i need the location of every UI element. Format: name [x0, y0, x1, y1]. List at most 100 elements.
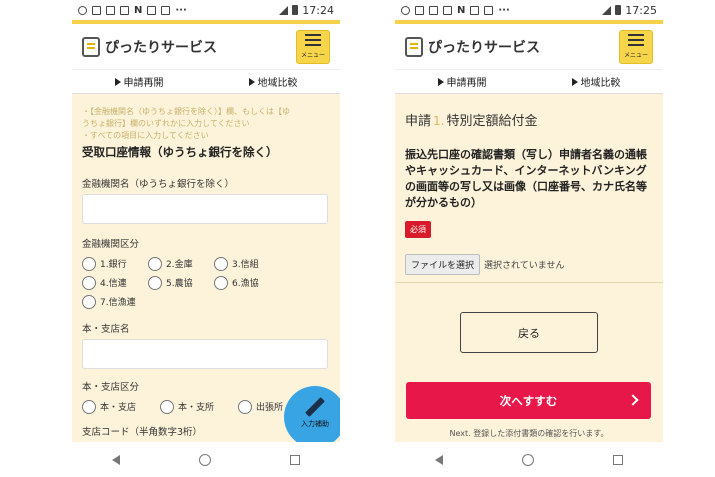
home-icon[interactable] [521, 453, 534, 466]
input-assist-button[interactable]: 入力補助 [284, 386, 340, 442]
title-text: 特別定額給付金 [446, 114, 538, 129]
cloud-icon [401, 5, 410, 15]
attachment-form: 申請 1. 特別定額給付金 振込先口座の確認書類（写し）申請者名義の通帳やキャッ… [395, 94, 663, 442]
app-icon [147, 5, 157, 15]
status-bar: N ··· 17:24 [72, 0, 340, 20]
required-badge: 必須 [405, 221, 431, 238]
next-button-label: 次へすすむ [499, 393, 558, 408]
branch-name-label: 本・支店名 [82, 324, 130, 335]
next-note: Next. 登録した添付書類の確認を行います。 [449, 429, 609, 438]
title-prefix: 申請 [405, 114, 432, 129]
form-notes: ・【金融機関名（ゆうちょ銀行を除く）】欄、もしくは【ゆ うちょ銀行】欄のいずれか… [72, 94, 340, 142]
n-app-icon: N [134, 4, 143, 16]
pencil-icon [305, 397, 325, 417]
bank-type-radio[interactable]: 2.金庫 [148, 254, 214, 273]
file-status: 選択されていません [484, 261, 565, 271]
region-compare-link[interactable]: 地域比較 [571, 74, 621, 89]
n-app-icon: N [457, 4, 466, 16]
bank-type-radio[interactable]: 4.信連 [82, 273, 148, 292]
region-compare-link[interactable]: 地域比較 [248, 74, 298, 89]
file-upload-row: ファイルを選択 選択されていません [395, 238, 663, 275]
bank-name-label: 金融機関名（ゆうちょ銀行を除く） [82, 179, 235, 190]
logo-text: ぴったりサービス [428, 39, 540, 56]
menu-button[interactable]: メニュー [296, 29, 330, 64]
bank-type-radio[interactable]: 6.漁協 [214, 273, 280, 292]
logo[interactable]: ぴったりサービス [405, 36, 540, 57]
subnav-label: 申請再開 [446, 78, 487, 89]
radio-label: 4.信連 [100, 279, 127, 289]
section-title: 受取口座情報（ゆうちょ銀行を除く） [82, 145, 278, 159]
triangle-right-icon [437, 77, 444, 86]
chevron-right-icon [627, 394, 639, 406]
bank-type-radio[interactable]: 1.銀行 [82, 254, 148, 273]
back-button[interactable]: 戻る [460, 312, 598, 353]
battery-icon [292, 5, 299, 15]
status-bar: N ··· 17:25 [395, 0, 663, 20]
bank-name-input[interactable] [82, 194, 328, 224]
hamburger-icon [305, 44, 321, 46]
radio-circle-icon [82, 294, 96, 309]
calendar-icon [161, 5, 171, 15]
hamburger-icon [628, 44, 644, 46]
radio-label: 本・支店 [100, 403, 137, 413]
branch-type-radio[interactable]: 本・支所 [160, 397, 238, 416]
clock: 17:24 [302, 3, 334, 17]
bank-form: ・【金融機関名（ゆうちょ銀行を除く）】欄、もしくは【ゆ うちょ銀行】欄のいずれか… [72, 94, 340, 442]
note-line: ・すべての項目に入力してください [82, 131, 209, 140]
radio-circle-icon [148, 256, 162, 271]
home-icon[interactable] [198, 453, 211, 466]
note-line: うちょ銀行】欄のいずれかに入力してください [82, 119, 250, 128]
radio-label: 本・支所 [178, 403, 215, 413]
note-line: ・【金融機関名（ゆうちょ銀行を除く）】欄、もしくは【ゆ [82, 107, 290, 116]
radio-label: 2.金庫 [166, 260, 193, 270]
divider [395, 282, 663, 283]
choose-file-button[interactable]: ファイルを選択 [405, 254, 481, 275]
branch-type-radio[interactable]: 本・支店 [82, 397, 160, 416]
radio-label: 出張所 [256, 403, 284, 413]
bank-type-radio[interactable]: 3.信組 [214, 254, 280, 273]
bank-type-label: 金融機関区分 [82, 239, 140, 250]
android-nav-bar [72, 442, 340, 477]
more-icon: ··· [175, 4, 187, 16]
calendar-icon [92, 5, 101, 15]
battery-icon [615, 5, 622, 15]
triangle-right-icon [571, 77, 578, 86]
triangle-right-icon [248, 77, 255, 86]
application-title: 申請 1. 特別定額給付金 [395, 94, 663, 139]
bank-type-radio[interactable]: 7.信漁連 [82, 292, 148, 311]
recent-apps-icon[interactable] [613, 454, 624, 465]
status-right: 17:25 [602, 4, 657, 17]
site-header: ぴったりサービス メニュー [72, 20, 340, 70]
resume-application-link[interactable]: 申請再開 [437, 74, 487, 89]
resume-application-link[interactable]: 申請再開 [114, 74, 164, 89]
recent-apps-icon[interactable] [290, 454, 301, 465]
logo[interactable]: ぴったりサービス [82, 36, 217, 57]
radio-label: 6.漁協 [232, 279, 259, 289]
subnav-label: 地域比較 [580, 78, 621, 89]
calendar-icon [106, 5, 115, 15]
radio-circle-icon [160, 399, 174, 414]
branch-name-input[interactable] [82, 339, 328, 369]
radio-circle-icon [214, 256, 228, 271]
calendar-icon [443, 5, 452, 15]
sub-navigation: 申請再開 地域比較 [72, 70, 340, 94]
subnav-label: 地域比較 [257, 78, 298, 89]
clock: 17:25 [625, 3, 657, 17]
back-icon[interactable] [111, 454, 120, 465]
android-nav-bar [395, 442, 663, 477]
bank-type-radio[interactable]: 5.農協 [148, 273, 214, 292]
back-icon[interactable] [434, 454, 443, 465]
menu-button[interactable]: メニュー [619, 29, 653, 64]
notification-icons: N ··· [401, 5, 510, 16]
radio-label: 3.信組 [232, 260, 259, 270]
site-header: ぴったりサービス メニュー [395, 20, 663, 70]
logo-icon [82, 36, 100, 57]
notification-icons: N ··· [78, 5, 187, 16]
subnav-label: 申請再開 [123, 78, 164, 89]
radio-circle-icon [82, 275, 96, 290]
next-button[interactable]: 次へすすむ [406, 382, 651, 419]
radio-circle-icon [214, 275, 228, 290]
logo-icon [405, 36, 423, 57]
calendar-icon [484, 5, 494, 15]
radio-label: 1.銀行 [100, 260, 127, 270]
